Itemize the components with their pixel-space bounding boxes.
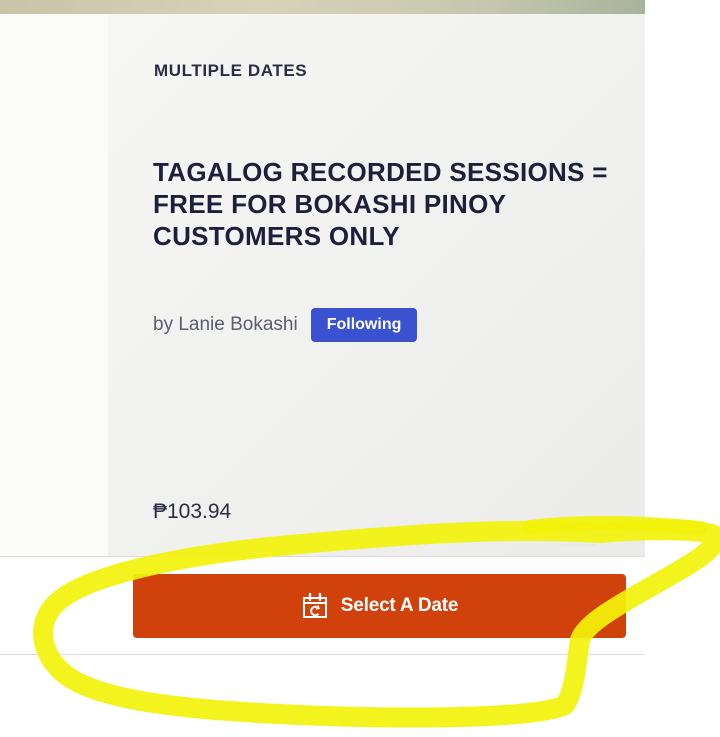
event-title: TAGALOG RECORDED SESSIONS = FREE FOR BOK…	[153, 157, 608, 251]
divider	[0, 556, 645, 557]
select-date-label: Select A Date	[340, 595, 459, 616]
organizer-row: by Lanie Bokashi Following	[153, 308, 418, 342]
divider	[0, 654, 645, 655]
event-price: ₱103.94	[153, 500, 232, 523]
event-card: MULTIPLE DATES TAGALOG RECORDED SESSIONS…	[108, 14, 645, 556]
event-cover-image-edge	[0, 0, 645, 14]
organizer-name[interactable]: by Lanie Bokashi	[153, 314, 298, 336]
select-date-button[interactable]: Select A Date	[133, 574, 626, 638]
follow-button[interactable]: Following	[310, 308, 418, 342]
event-date-label: MULTIPLE DATES	[154, 61, 308, 80]
calendar-icon	[302, 592, 327, 618]
left-panel	[0, 14, 108, 556]
